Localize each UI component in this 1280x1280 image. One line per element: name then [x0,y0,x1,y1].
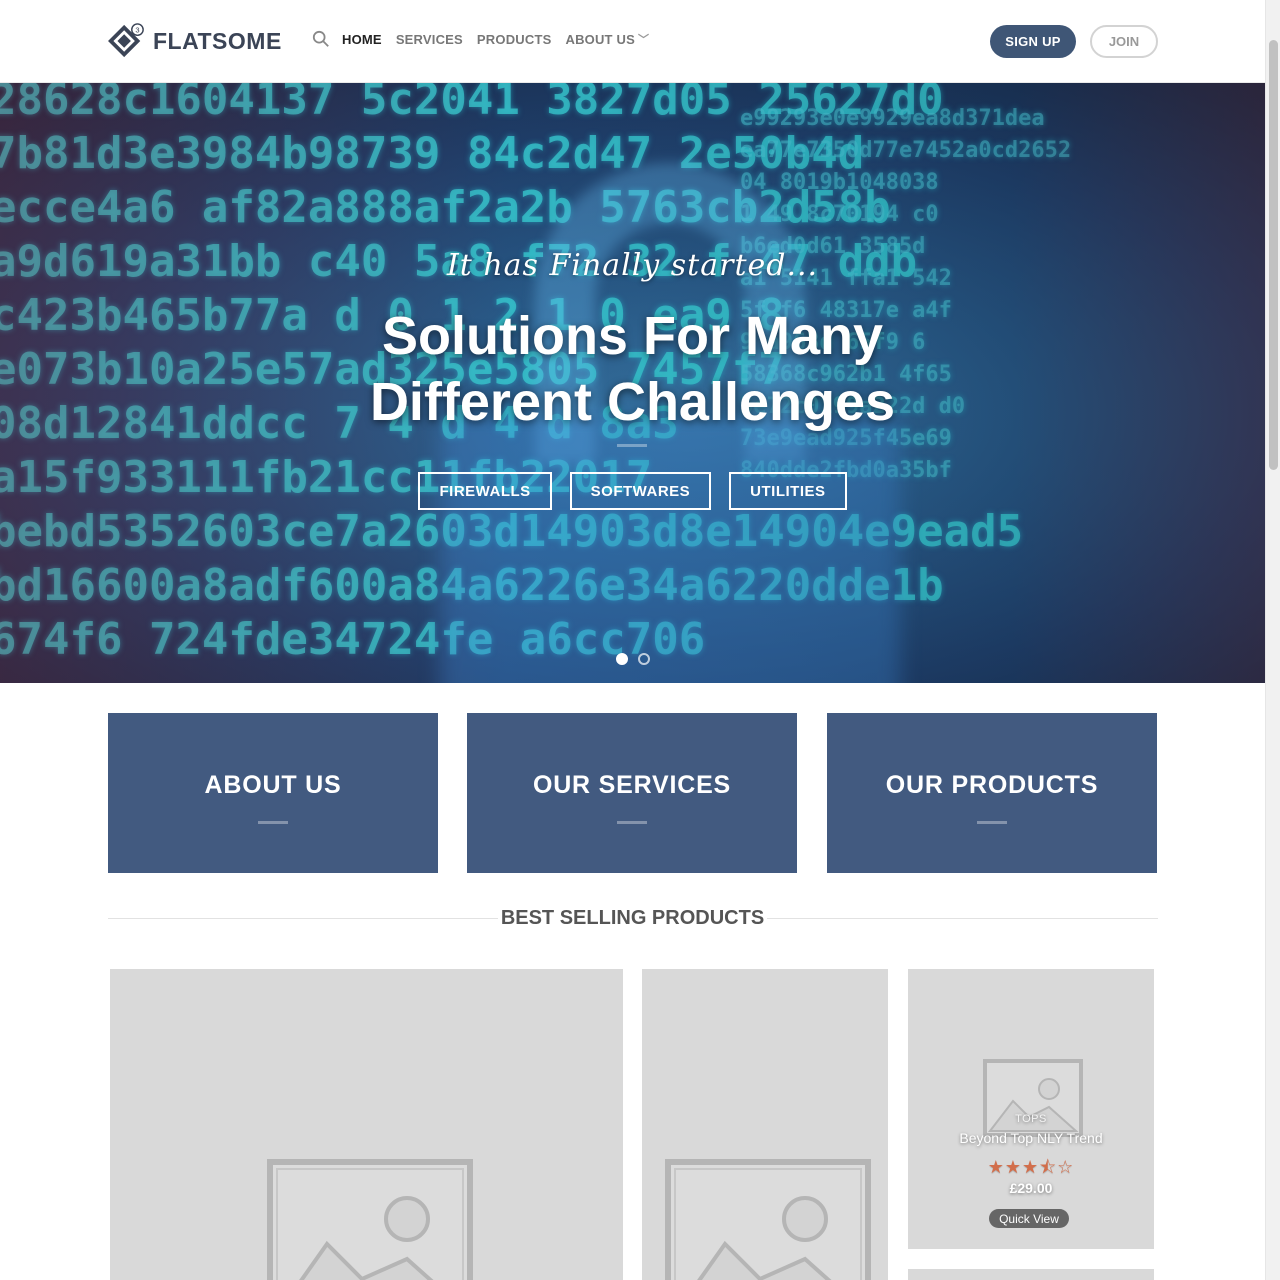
product-card-3[interactable]: TOPS Beyond Top NLY Trend ★★★⯪☆ £29.00 Q… [908,969,1154,1249]
nav-about-us[interactable]: ABOUT US ﹀ [565,31,649,47]
nav-services[interactable]: SERVICES [396,32,463,47]
product-card-4[interactable] [908,1269,1154,1280]
scrollbar-thumb[interactable] [1269,40,1278,470]
nav-home[interactable]: HOME [342,32,382,47]
logo-badge: 3 [135,25,139,34]
hero-title-line-1: Solutions For Many [381,306,883,366]
placeholder-image-icon [267,1159,473,1280]
join-button[interactable]: JOIN [1090,25,1158,58]
logo[interactable]: 3 FLATSOME [108,22,282,60]
our-services-box[interactable]: OUR SERVICES [467,713,797,873]
placeholder-image-icon [665,1159,871,1280]
hero-slider: 28628c1604137 5c2041 3827d05 25627d07b81… [0,83,1265,683]
hero-buttons: FIREWALLS SOFTWARES UTILITIES [0,472,1265,510]
box-divider [258,821,288,824]
product-name[interactable]: Beyond Top NLY Trend [908,1130,1154,1146]
hero-title: Solutions For Many Different Challenges [0,303,1265,435]
product-card-1[interactable] [110,969,623,1280]
logo-text: FLATSOME [153,27,282,54]
box-divider [617,821,647,824]
slider-dot-1[interactable] [616,653,628,665]
softwares-button[interactable]: SOFTWARES [569,472,712,510]
utilities-button[interactable]: UTILITIES [729,472,847,510]
hero-divider [617,444,647,447]
quick-view-button[interactable]: Quick View [989,1209,1069,1228]
product-category: TOPS [1015,1113,1047,1125]
our-products-box-title: OUR PRODUCTS [885,771,1099,799]
slider-dot-2[interactable] [638,653,650,665]
our-products-box[interactable]: OUR PRODUCTS [827,713,1157,873]
site-header: 3 FLATSOME HOME SERVICES PRODUCTS ABOUT … [0,0,1265,83]
logo-icon: 3 [108,23,144,58]
nav-products[interactable]: PRODUCTS [477,32,552,47]
main-nav: HOME SERVICES PRODUCTS ABOUT US ﹀ [312,30,663,48]
chevron-down-icon: ﹀ [637,34,650,46]
product-price: £29.00 [1009,1180,1053,1196]
box-divider [977,821,1007,824]
our-services-box-title: OUR SERVICES [532,771,732,799]
nav-about-us-label: ABOUT US [565,31,635,47]
about-us-box-title: ABOUT US [204,771,342,799]
sign-up-button[interactable]: SIGN UP [990,25,1076,58]
scrollbar[interactable] [1265,0,1280,1280]
hero-title-line-2: Different Challenges [369,372,896,432]
search-icon[interactable] [312,30,330,48]
section-title: BEST SELLING PRODUCTS [500,907,765,929]
product-card-2[interactable] [642,969,888,1280]
firewalls-button[interactable]: FIREWALLS [418,472,552,510]
slider-dots [616,653,650,665]
placeholder-image-icon [983,1059,1083,1137]
page: 3 FLATSOME HOME SERVICES PRODUCTS ABOUT … [0,0,1265,1280]
hero-tagline: It has Finally started... [446,248,819,283]
about-us-box[interactable]: ABOUT US [108,713,438,873]
